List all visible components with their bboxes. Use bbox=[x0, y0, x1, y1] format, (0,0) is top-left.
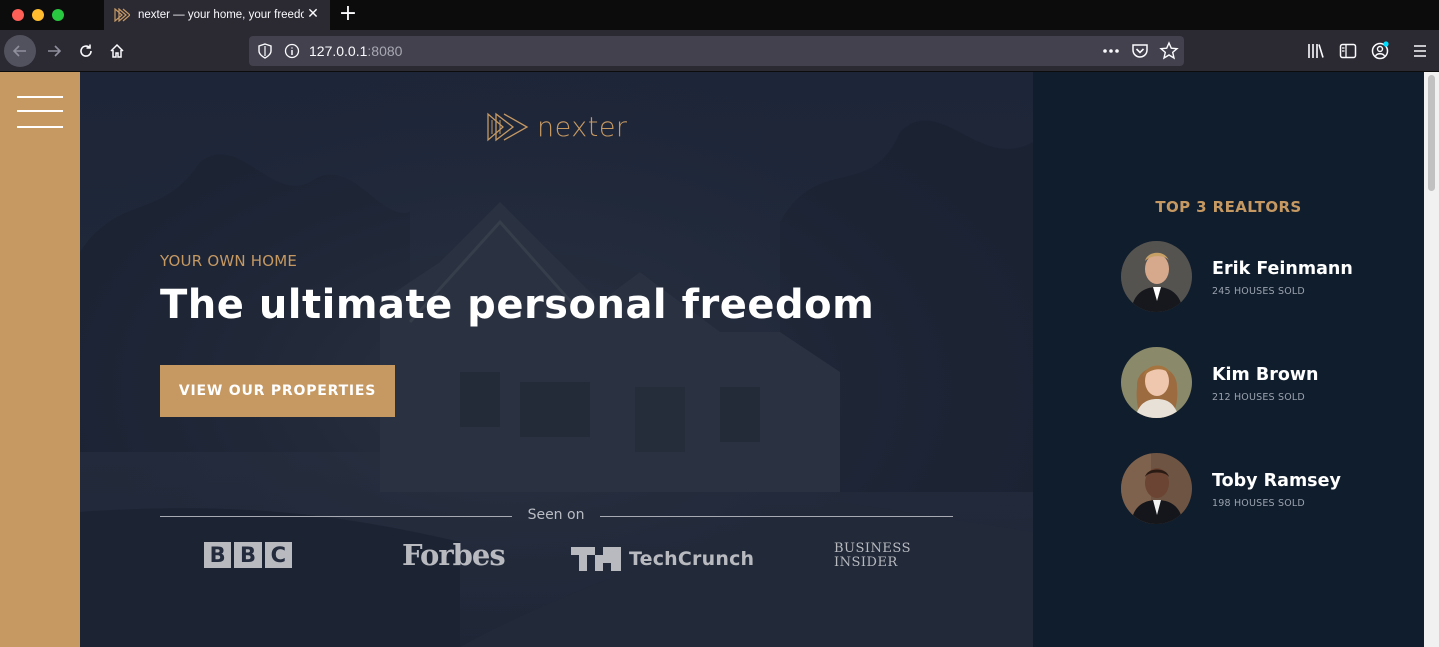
techcrunch-logo: TechCrunch bbox=[571, 544, 754, 574]
hero-header: nexter YOUR OWN HOME The ultimate person… bbox=[80, 72, 1033, 647]
bbc-logo-letter: C bbox=[264, 542, 292, 568]
forbes-logo: Forbes bbox=[402, 538, 506, 572]
shield-icon[interactable] bbox=[257, 43, 273, 59]
home-icon bbox=[110, 43, 124, 58]
techcrunch-wordmark: TechCrunch bbox=[629, 548, 755, 570]
menu-toggle-button[interactable] bbox=[17, 96, 63, 130]
avatar bbox=[1121, 453, 1192, 524]
star-icon[interactable] bbox=[1159, 41, 1179, 61]
realtor-name: Kim Brown bbox=[1212, 365, 1319, 385]
bbc-logo: B B C bbox=[204, 542, 292, 572]
reload-icon bbox=[80, 44, 92, 57]
nexter-favicon-icon bbox=[114, 8, 130, 22]
realtor-houses-sold: 245 HOUSES SOLD bbox=[1212, 286, 1305, 297]
realtor-name: Erik Feinmann bbox=[1212, 259, 1353, 279]
home-button[interactable] bbox=[101, 35, 133, 67]
scrollbar-thumb[interactable] bbox=[1428, 75, 1435, 191]
page-content: nexter YOUR OWN HOME The ultimate person… bbox=[0, 72, 1424, 647]
info-icon[interactable] bbox=[284, 43, 300, 59]
seen-on-line-right bbox=[600, 516, 953, 517]
new-tab-button[interactable]: + bbox=[338, 3, 358, 26]
library-icon[interactable] bbox=[1306, 41, 1326, 61]
pocket-icon[interactable] bbox=[1131, 42, 1149, 60]
back-arrow-icon bbox=[12, 45, 26, 57]
seen-on-label: Seen on bbox=[527, 507, 585, 523]
realtor-card[interactable]: Toby Ramsey 198 HOUSES SOLD bbox=[1121, 453, 1411, 525]
seen-on-line-left bbox=[160, 516, 512, 517]
minimize-window-button[interactable] bbox=[32, 9, 44, 21]
url-port: :8080 bbox=[367, 43, 403, 59]
business-insider-line-2: INSIDER bbox=[834, 555, 898, 570]
hero-subtitle: YOUR OWN HOME bbox=[160, 252, 298, 270]
logo[interactable]: nexter bbox=[487, 110, 628, 144]
reload-button[interactable] bbox=[70, 35, 102, 67]
page-scrollbar[interactable] bbox=[1424, 72, 1439, 647]
close-tab-icon[interactable]: ✕ bbox=[306, 7, 320, 21]
sidebar-icon[interactable] bbox=[1338, 41, 1358, 61]
realtor-houses-sold: 198 HOUSES SOLD bbox=[1212, 498, 1305, 509]
avatar bbox=[1121, 241, 1192, 312]
view-properties-button[interactable]: VIEW OUR PROPERTIES bbox=[160, 365, 395, 417]
business-insider-line-1: BUSINESS bbox=[834, 541, 911, 556]
realtor-name: Toby Ramsey bbox=[1212, 471, 1341, 491]
techcrunch-mark-icon bbox=[571, 547, 621, 571]
tab-title: nexter — your home, your freedom bbox=[138, 9, 304, 21]
url-host: 127.0.0.1 bbox=[309, 43, 368, 59]
realtor-card[interactable]: Erik Feinmann 245 HOUSES SOLD bbox=[1121, 241, 1411, 313]
hamburger-menu-icon[interactable] bbox=[1410, 41, 1430, 61]
tab-bar: nexter — your home, your freedom ✕ + bbox=[0, 0, 1439, 30]
forward-arrow-icon bbox=[48, 45, 62, 57]
realtor-card[interactable]: Kim Brown 212 HOUSES SOLD bbox=[1121, 347, 1411, 419]
sidebar bbox=[0, 72, 80, 647]
account-icon[interactable] bbox=[1370, 41, 1390, 61]
bbc-logo-letter: B bbox=[234, 542, 262, 568]
url-bar[interactable]: 127.0.0.1:8080 bbox=[249, 36, 1184, 66]
avatar bbox=[1121, 347, 1192, 418]
realtors-title: TOP 3 REALTORS bbox=[1155, 198, 1302, 216]
nexter-logo-icon bbox=[487, 112, 529, 142]
zoom-window-button[interactable] bbox=[52, 9, 64, 21]
realtors-panel: TOP 3 REALTORS Erik Feinmann 245 HOUSES … bbox=[1033, 72, 1424, 647]
back-button[interactable] bbox=[4, 35, 36, 67]
browser-tab[interactable]: nexter — your home, your freedom ✕ bbox=[104, 0, 330, 30]
seen-on-divider: Seen on bbox=[160, 507, 953, 527]
forward-button[interactable] bbox=[38, 35, 70, 67]
url-text[interactable]: 127.0.0.1:8080 bbox=[309, 43, 402, 59]
bbc-logo-letter: B bbox=[204, 542, 232, 568]
hero-headline: The ultimate personal freedom bbox=[160, 282, 875, 328]
more-dots-icon[interactable] bbox=[1101, 41, 1121, 61]
logo-text: nexter bbox=[537, 111, 628, 143]
close-window-button[interactable] bbox=[12, 9, 24, 21]
navigation-toolbar: 127.0.0.1:8080 bbox=[0, 30, 1439, 72]
business-insider-logo: BUSINESS INSIDER bbox=[834, 542, 911, 572]
realtor-houses-sold: 212 HOUSES SOLD bbox=[1212, 392, 1305, 403]
